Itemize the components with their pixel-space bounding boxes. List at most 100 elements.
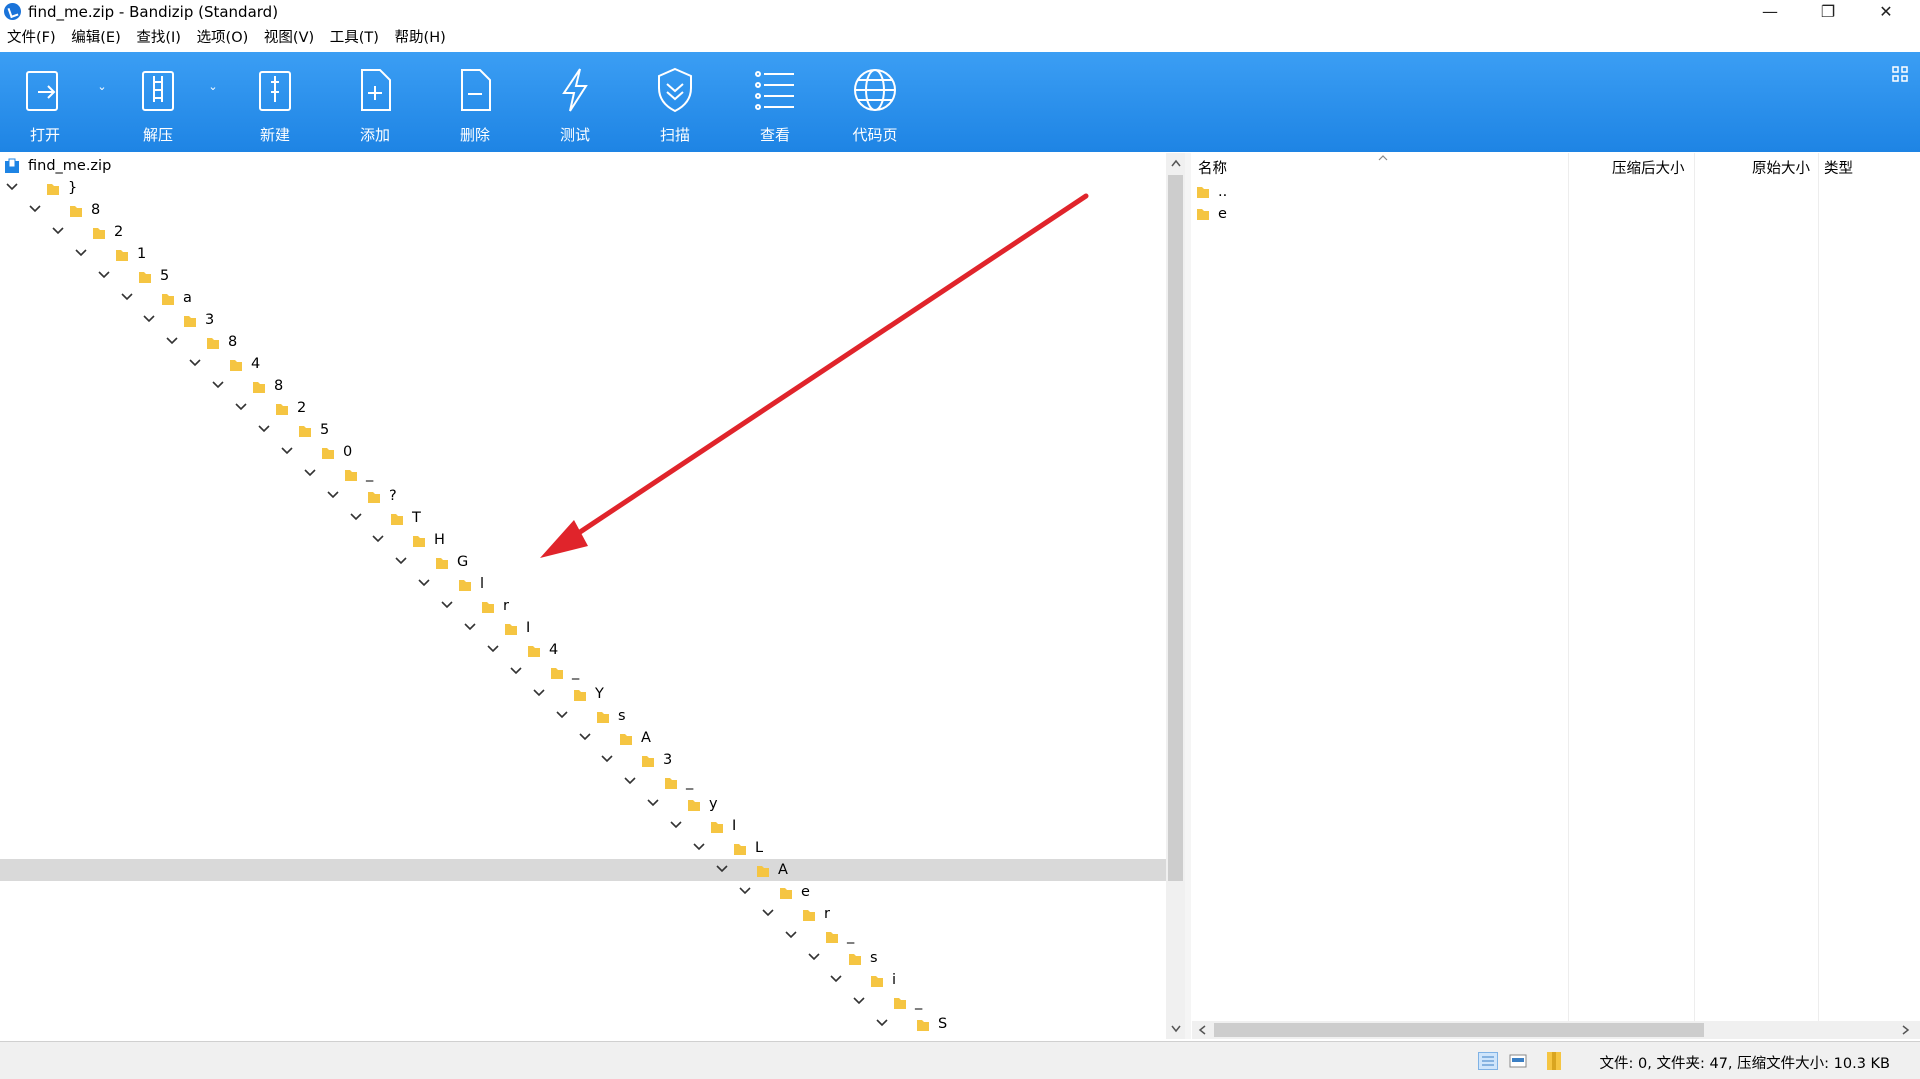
folder-icon [298, 423, 312, 437]
view-button[interactable]: 查看 [735, 52, 815, 152]
chevron-down-icon[interactable] [418, 573, 432, 595]
tree-node-label: _ [572, 664, 580, 680]
chevron-down-icon[interactable] [487, 639, 501, 661]
chevron-down-icon[interactable] [693, 837, 707, 859]
chevron-down-icon[interactable] [670, 815, 684, 837]
codepage-button[interactable]: 代码页 [835, 52, 915, 152]
chevron-down-icon[interactable] [808, 947, 822, 969]
chevron-down-icon[interactable] [853, 991, 867, 1013]
view-label: 查看 [759, 126, 790, 144]
chevron-down-icon[interactable] [579, 727, 593, 749]
folder-icon [161, 291, 175, 305]
chevron-down-icon[interactable] [372, 529, 386, 551]
restore-button[interactable]: ❐ [1800, 0, 1856, 24]
folder-icon [115, 247, 129, 261]
chevron-down-icon[interactable] [510, 661, 524, 683]
file-list-panel[interactable]: 名称 压缩后大小 原始大小 类型 .. e [1192, 153, 1920, 1039]
menu-help[interactable]: 帮助(H) [391, 26, 450, 50]
tree-node-label: t [961, 1035, 967, 1039]
minimize-button[interactable]: — [1742, 0, 1798, 24]
close-button[interactable]: ✕ [1858, 0, 1914, 24]
tree-node-label: r [503, 598, 509, 614]
chevron-down-icon[interactable] [533, 683, 547, 705]
scroll-left-icon[interactable] [1198, 1025, 1206, 1035]
new-button[interactable]: 新建 [235, 52, 315, 152]
tree-node-label: 8 [91, 202, 101, 218]
scroll-down-icon[interactable] [1171, 1025, 1181, 1033]
chevron-down-icon[interactable] [876, 1013, 890, 1035]
scroll-up-icon[interactable] [1171, 159, 1181, 167]
chevron-down-icon[interactable] [52, 221, 66, 243]
extract-dropdown-arrow[interactable]: ⌄ [206, 80, 220, 94]
chevron-down-icon[interactable] [75, 243, 89, 265]
chevron-down-icon[interactable] [327, 485, 341, 507]
chevron-down-icon[interactable] [6, 177, 20, 199]
chevron-down-icon[interactable] [647, 793, 661, 815]
list-horizontal-scrollbar[interactable] [1192, 1021, 1920, 1039]
chevron-down-icon[interactable] [601, 749, 615, 771]
chevron-down-icon[interactable] [166, 331, 180, 353]
codepage-label: 代码页 [852, 126, 898, 144]
chevron-down-icon[interactable] [762, 903, 776, 925]
extract-button[interactable]: 解压 [118, 52, 198, 152]
delete-button[interactable]: 删除 [435, 52, 515, 152]
tree-node-label: H [434, 532, 445, 548]
menu-file[interactable]: 文件(F) [3, 26, 60, 50]
status-text: 文件: 0, 文件夹: 47, 压缩文件大小: 10.3 KB [1599, 1056, 1890, 1072]
tree-scroll-thumb[interactable] [1168, 175, 1183, 881]
layout-toggle-icon[interactable] [1892, 66, 1908, 82]
details-view-icon[interactable] [1478, 1052, 1498, 1070]
add-button[interactable]: 添加 [335, 52, 415, 152]
chevron-down-icon[interactable] [830, 969, 844, 991]
chevron-down-icon[interactable] [235, 397, 249, 419]
chevron-down-icon[interactable] [212, 375, 226, 397]
menu-find[interactable]: 查找(I) [132, 26, 185, 50]
archive-info-icon[interactable] [1546, 1051, 1562, 1071]
chevron-down-icon[interactable] [739, 881, 753, 903]
column-original-size[interactable]: 原始大小 [1752, 157, 1810, 178]
chevron-down-icon[interactable] [29, 199, 43, 221]
chevron-down-icon[interactable] [350, 507, 364, 529]
new-archive-icon [259, 71, 291, 111]
scan-button[interactable]: 扫描 [635, 52, 715, 152]
tree-node-label: 3 [663, 752, 673, 768]
menu-edit[interactable]: 编辑(E) [67, 26, 124, 50]
chevron-down-icon[interactable] [189, 353, 203, 375]
preview-view-icon[interactable] [1508, 1052, 1528, 1070]
menu-options[interactable]: 选项(O) [193, 26, 253, 50]
title-bar: find_me.zip - Bandizip (Standard) — ❐ ✕ [0, 0, 1920, 24]
chevron-down-icon[interactable] [281, 441, 295, 463]
panel-splitter[interactable] [1185, 153, 1191, 1039]
scroll-right-icon[interactable] [1902, 1025, 1910, 1035]
chevron-down-icon[interactable] [98, 265, 112, 287]
tree-node-label: A [778, 862, 788, 878]
menu-view[interactable]: 视图(V) [260, 26, 318, 50]
test-button[interactable]: 测试 [535, 52, 615, 152]
chevron-down-icon[interactable] [143, 309, 157, 331]
tree-node-label: l [480, 576, 485, 592]
tree-vertical-scrollbar[interactable] [1166, 153, 1185, 1039]
chevron-down-icon[interactable] [395, 551, 409, 573]
column-name[interactable]: 名称 [1198, 157, 1227, 178]
column-packed-size[interactable]: 压缩后大小 [1612, 157, 1685, 178]
chevron-down-icon[interactable] [304, 463, 318, 485]
list-item-label: e [1218, 206, 1227, 222]
chevron-down-icon[interactable] [624, 771, 638, 793]
chevron-down-icon[interactable] [121, 287, 135, 309]
open-button[interactable]: 打开 [5, 52, 85, 152]
folder-tree-panel[interactable]: find_me.zip } 8 2 1 5 a 3 8 4 8 2 5 0 _? T H Gl r I 4 _ Ys A 3 _… [0, 153, 1166, 1039]
column-type[interactable]: 类型 [1824, 157, 1853, 178]
menu-tools[interactable]: 工具(T) [326, 26, 383, 50]
folder-icon [481, 599, 495, 613]
chevron-down-icon[interactable] [556, 705, 570, 727]
open-dropdown-arrow[interactable]: ⌄ [95, 80, 109, 94]
chevron-down-icon[interactable] [258, 419, 272, 441]
chevron-down-icon[interactable] [464, 617, 478, 639]
chevron-down-icon[interactable] [785, 925, 799, 947]
chevron-down-icon[interactable] [441, 595, 455, 617]
folder-icon [710, 819, 724, 833]
tree-node-label: _ [686, 774, 694, 790]
chevron-down-icon[interactable] [899, 1035, 913, 1039]
list-scroll-thumb[interactable] [1214, 1023, 1704, 1037]
chevron-down-icon[interactable] [716, 859, 730, 881]
